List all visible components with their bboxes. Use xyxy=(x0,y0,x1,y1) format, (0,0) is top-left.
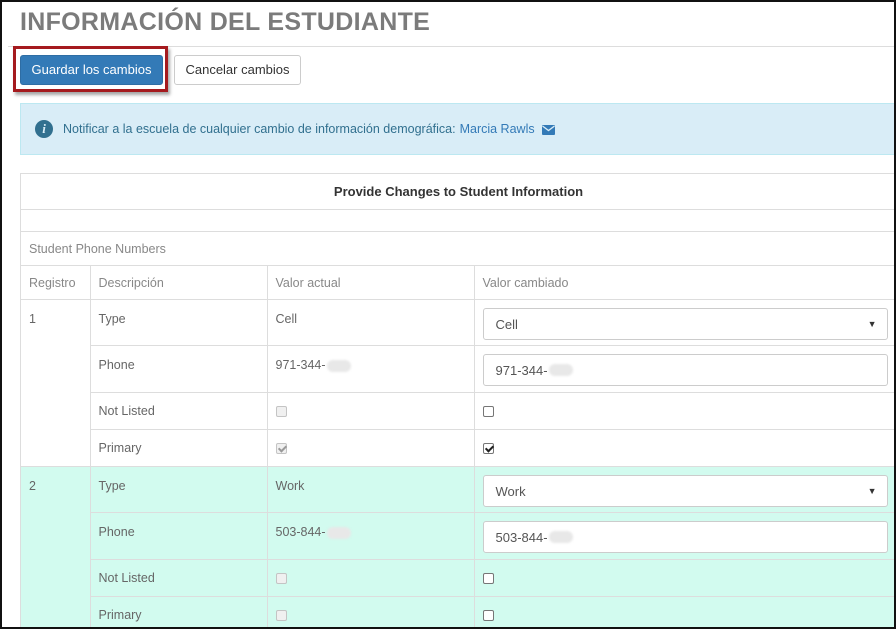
current-not-listed xyxy=(266,559,475,597)
page-title: INFORMACIÓN DEL ESTUDIANTE xyxy=(20,8,431,36)
type-select-value: Cell xyxy=(495,316,518,332)
row-label-primary: Primary xyxy=(90,596,268,627)
row-label-type: Type xyxy=(89,299,268,346)
table-row: Primary xyxy=(21,596,894,627)
phone-cell: 503-844- xyxy=(473,512,894,560)
primary-checkbox-readonly xyxy=(275,610,287,622)
column-header-descripcion: Descripción xyxy=(89,265,268,300)
type-cell: Work ▼ xyxy=(473,466,894,513)
column-header-valor-actual: Valor actual xyxy=(266,265,475,300)
column-header-valor-cambiado: Valor cambiado xyxy=(473,265,894,300)
alert-text: Notificar a la escuela de cualquier camb… xyxy=(63,122,456,136)
panel-heading: Provide Changes to Student Information xyxy=(21,174,894,210)
record-number: 1 xyxy=(21,299,91,467)
cancel-button[interactable]: Cancelar cambios xyxy=(174,55,301,85)
info-alert: i Notificar a la escuela de cualquier ca… xyxy=(20,103,894,155)
row-label-not-listed: Not Listed xyxy=(90,559,268,597)
envelope-icon xyxy=(542,125,556,135)
save-button-highlight xyxy=(13,46,168,92)
not-listed-cell xyxy=(473,559,894,597)
table-header-row: Registro Descripción Valor actual Valor … xyxy=(21,265,894,300)
table-row: Phone 971-344- 971-344- xyxy=(21,345,894,393)
record-number: 2 xyxy=(21,466,91,627)
table-row: Not Listed xyxy=(21,392,894,430)
current-primary xyxy=(266,596,475,627)
type-cell: Cell ▼ xyxy=(473,299,894,346)
current-type: Work xyxy=(266,466,475,513)
current-type: Cell xyxy=(266,299,475,346)
phone-input[interactable]: 503-844- xyxy=(482,521,888,553)
not-listed-cell xyxy=(473,392,894,430)
phone-input[interactable]: 971-344- xyxy=(482,354,888,386)
current-phone: 503-844- xyxy=(266,512,475,560)
contact-name: Marcia Rawls xyxy=(459,122,535,136)
row-label-phone: Phone xyxy=(90,512,268,560)
redacted-digits xyxy=(548,531,573,543)
row-label-phone: Phone xyxy=(90,345,268,393)
primary-checkbox[interactable] xyxy=(482,610,494,622)
student-info-panel: Provide Changes to Student Information S… xyxy=(20,173,894,627)
table-row: 2 Type Work Work ▼ xyxy=(21,466,894,627)
row-label-not-listed: Not Listed xyxy=(90,392,268,430)
current-primary xyxy=(266,429,475,467)
primary-cell xyxy=(473,429,894,467)
redacted-digits xyxy=(326,359,351,372)
chevron-down-icon: ▼ xyxy=(867,319,877,329)
not-listed-checkbox[interactable] xyxy=(482,406,494,418)
primary-cell xyxy=(473,596,894,627)
table-row: 1 Type Cell Cell ▼ xyxy=(21,299,894,467)
not-listed-checkbox-readonly xyxy=(275,573,287,585)
table-row: Phone 503-844- 503-844- xyxy=(21,512,894,560)
info-icon: i xyxy=(35,120,53,138)
table-row: Primary xyxy=(21,429,894,467)
phone-numbers-table: Student Phone Numbers Registro Descripci… xyxy=(21,231,894,627)
current-phone: 971-344- xyxy=(266,345,475,393)
type-select[interactable]: Work ▼ xyxy=(482,475,888,507)
redacted-digits xyxy=(548,364,573,376)
section-title-row: Student Phone Numbers xyxy=(21,231,894,266)
contact-link[interactable]: Marcia Rawls xyxy=(460,122,556,136)
screenshot-frame: INFORMACIÓN DEL ESTUDIANTE Guardar los c… xyxy=(0,0,896,629)
current-not-listed xyxy=(266,392,475,430)
redacted-digits xyxy=(326,526,351,539)
not-listed-checkbox[interactable] xyxy=(482,573,494,585)
primary-checkbox[interactable] xyxy=(482,443,494,455)
column-header-registro: Registro xyxy=(21,265,91,300)
type-select-value: Work xyxy=(495,483,526,499)
row-label-type: Type xyxy=(89,466,268,513)
section-title: Student Phone Numbers xyxy=(21,231,894,266)
type-select[interactable]: Cell ▼ xyxy=(482,308,888,340)
chevron-down-icon: ▼ xyxy=(867,486,877,496)
primary-checkbox-readonly xyxy=(275,443,287,455)
phone-cell: 971-344- xyxy=(473,345,894,393)
table-row: Not Listed xyxy=(21,559,894,597)
row-label-primary: Primary xyxy=(90,429,268,467)
not-listed-checkbox-readonly xyxy=(275,406,287,418)
